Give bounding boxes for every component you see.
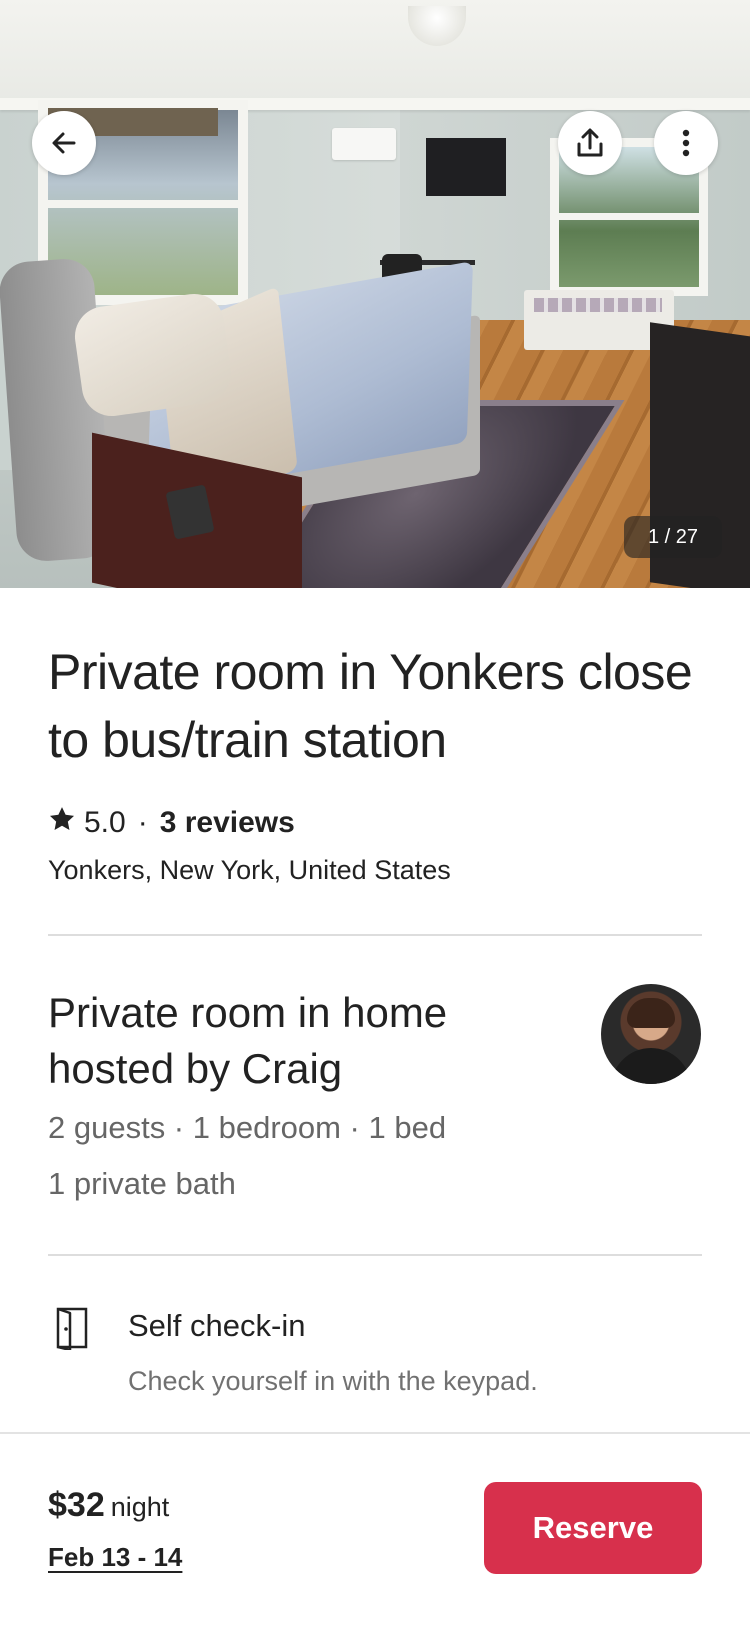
listing-specs: 2 guests · 1 bedroom · 1 bed [48, 1110, 447, 1145]
host-avatar[interactable] [601, 984, 701, 1084]
price-unit: night [110, 1492, 170, 1522]
listing-photo[interactable]: 1 / 27 [0, 0, 750, 588]
dates-link[interactable]: Feb 13 - 14 [48, 1542, 182, 1573]
highlight-title: Self check-in [128, 1308, 306, 1343]
photo-counter: 1 / 27 [624, 516, 722, 558]
reviews-link[interactable]: 3 reviews [160, 806, 295, 840]
rating-row: 5.0 · 3 reviews [48, 805, 295, 841]
star-icon [48, 805, 76, 841]
listing-title: Private room in Yonkers close to bus/tra… [48, 644, 693, 768]
arrow-left-icon [50, 129, 78, 157]
listing-bath: 1 private bath [48, 1166, 236, 1201]
photo-tv [426, 138, 506, 196]
door-icon [52, 1306, 92, 1352]
photo-pillow [71, 290, 235, 420]
more-vertical-icon [682, 129, 690, 157]
divider [48, 934, 702, 936]
price-amount: $32 [48, 1486, 105, 1524]
rating-value: 5.0 [84, 806, 126, 839]
share-icon [576, 128, 604, 158]
more-options-button[interactable] [654, 111, 718, 175]
share-button[interactable] [558, 111, 622, 175]
highlight-subtitle: Check yourself in with the keypad. [128, 1366, 538, 1396]
price: $32 night [48, 1486, 169, 1525]
host-title: Private room in home hosted by Craig [48, 989, 448, 1092]
divider [48, 1254, 702, 1256]
photo-ac-unit [332, 128, 396, 160]
rating-separator: · [137, 806, 148, 839]
back-button[interactable] [32, 111, 96, 175]
reserve-button[interactable]: Reserve [484, 1482, 702, 1574]
listing-location[interactable]: Yonkers, New York, United States [48, 855, 451, 886]
